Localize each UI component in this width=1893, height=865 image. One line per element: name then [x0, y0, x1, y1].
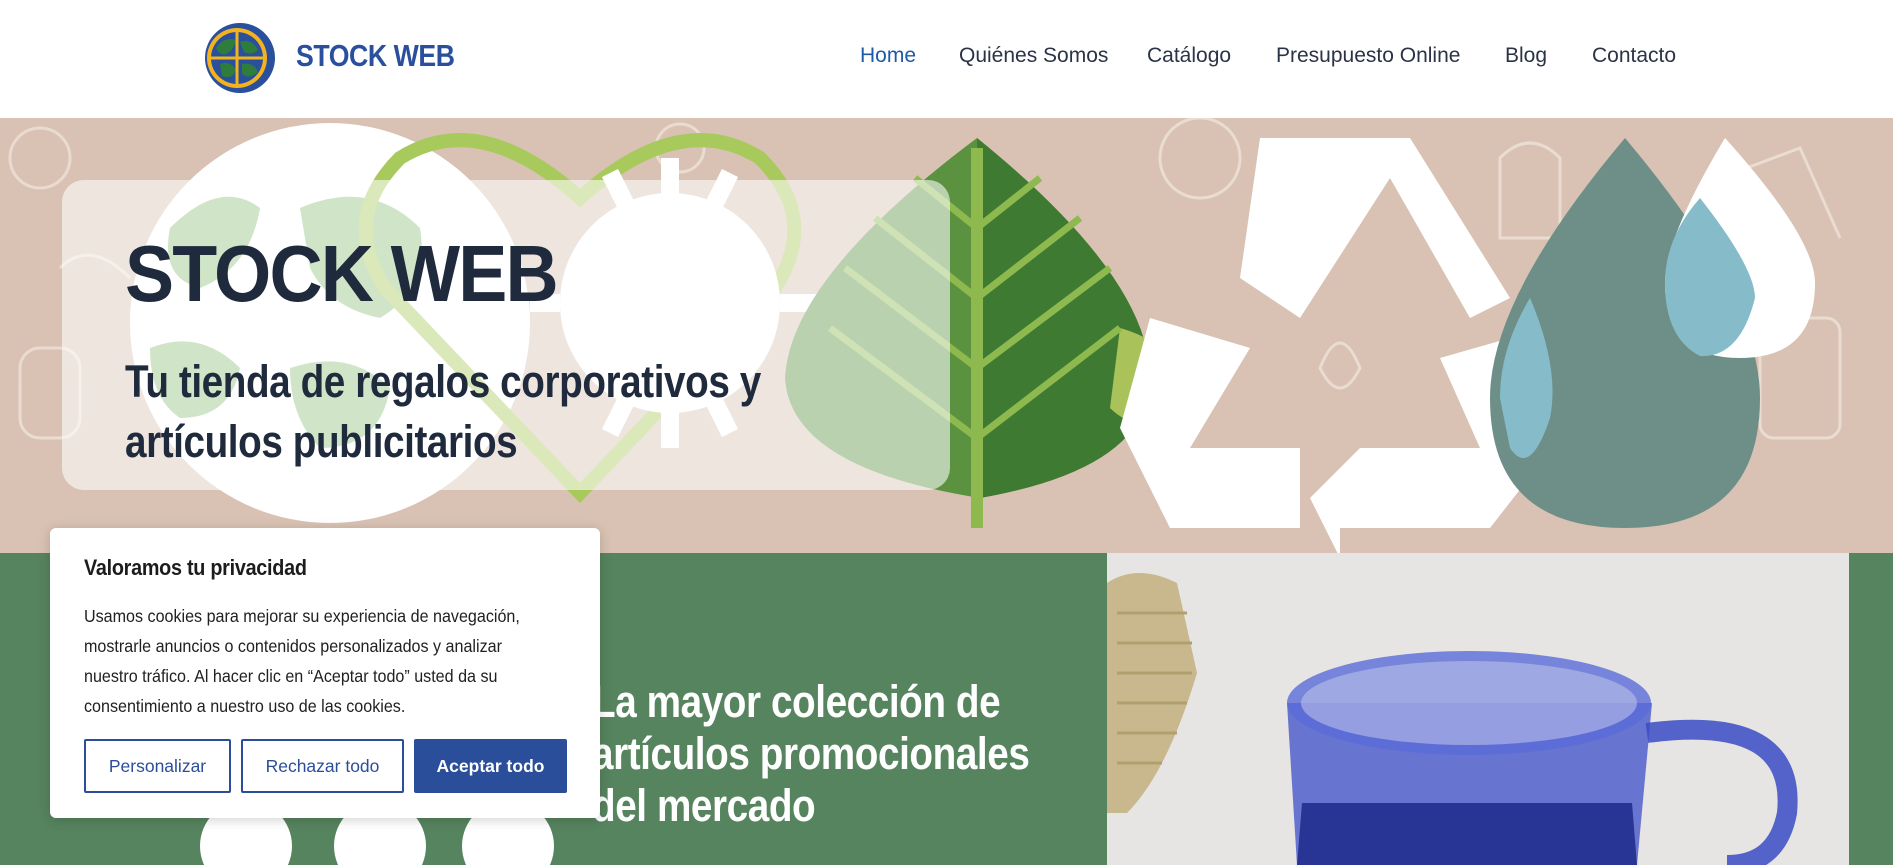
nav-catalogo[interactable]: Catálogo [1147, 44, 1231, 68]
nav-contacto[interactable]: Contacto [1592, 44, 1676, 68]
hero-banner: STOCK WEB Tu tienda de regalos corporati… [0, 118, 1893, 553]
nav-quienes-somos[interactable]: Quiénes Somos [959, 44, 1108, 68]
brand-name[interactable]: STOCK WEB [296, 38, 455, 74]
cookie-description: Usamos cookies para mejorar su experienc… [84, 606, 520, 716]
cookie-consent-banner: Valoramos tu privacidad Usamos cookies p… [50, 528, 600, 818]
nav-blog[interactable]: Blog [1505, 44, 1547, 68]
product-photo-blue-mug [1107, 553, 1849, 865]
nav-home[interactable]: Home [860, 44, 916, 68]
reject-all-button[interactable]: Rechazar todo [241, 739, 404, 793]
feature-heading: La mayor colección de artículos promocio… [592, 676, 1030, 831]
hero-subtitle: Tu tienda de regalos corporativos y artí… [125, 356, 761, 467]
hero-title: STOCK WEB [125, 229, 559, 318]
accept-all-button[interactable]: Aceptar todo [414, 739, 567, 793]
nav-presupuesto-online[interactable]: Presupuesto Online [1276, 44, 1460, 68]
cookie-title: Valoramos tu privacidad [84, 555, 307, 580]
logo-globe-icon[interactable] [202, 20, 276, 96]
site-header: STOCK WEB Home Quiénes Somos Catálogo Pr… [0, 0, 1893, 118]
customize-button[interactable]: Personalizar [84, 739, 231, 793]
